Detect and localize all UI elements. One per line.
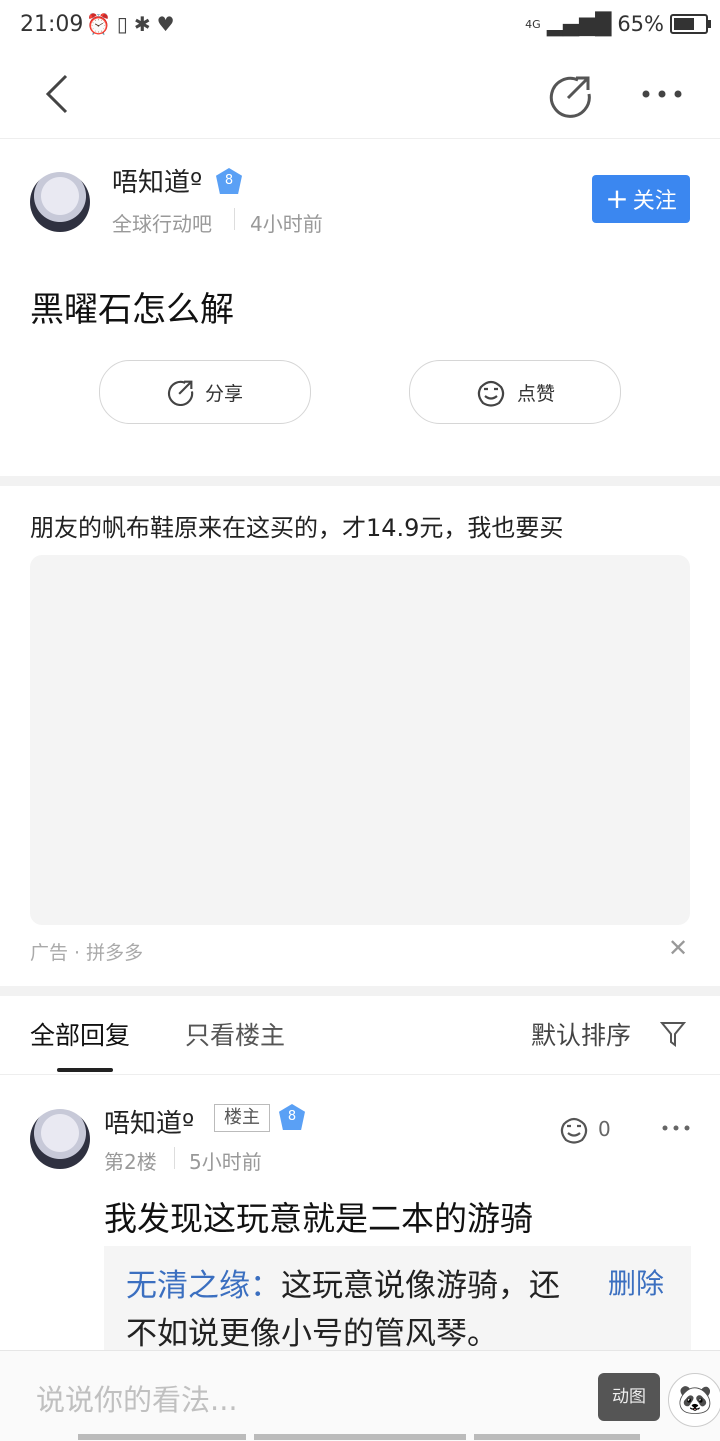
like-face-icon	[560, 1117, 588, 1144]
emoji-icon[interactable]: 🐼	[668, 1373, 720, 1427]
follow-label: 关注	[632, 189, 677, 214]
reply-like-button[interactable]: 0	[558, 1114, 611, 1144]
sub-reply-text: 无清之缘：这玩意说像游骑，还不如说更像小号的管风琴。	[126, 1262, 586, 1358]
comment-input[interactable]: 说说你的看法...	[36, 1377, 238, 1419]
tab-owner-only[interactable]: 只看楼主	[185, 1016, 285, 1052]
more-dots-icon[interactable]	[662, 1120, 690, 1136]
sub-reply[interactable]: 无清之缘：这玩意说像游骑，还不如说更像小号的管风琴。 删除	[104, 1246, 691, 1356]
network-label: 4G	[525, 17, 541, 31]
post-time: 4小时前	[250, 212, 323, 236]
level-badge: 8	[216, 168, 242, 194]
share-label: 分享	[204, 382, 243, 405]
status-right: 4G ▂▄▆█ 65%	[525, 12, 711, 36]
status-bar: 21:09 ⏰▯✱♥ 4G ▂▄▆█ 65%	[0, 0, 720, 52]
meta-divider	[234, 208, 235, 230]
close-icon[interactable]: ✕	[668, 934, 688, 962]
plus-icon: +	[605, 182, 629, 215]
bottom-indicators	[0, 1434, 720, 1440]
post-title: 黑曜石怎么解	[30, 290, 234, 330]
status-icons: ⏰▯✱♥	[86, 12, 181, 36]
battery-fill	[674, 18, 694, 30]
delete-button[interactable]: 删除	[608, 1262, 664, 1302]
battery-icon	[670, 14, 711, 34]
reply-like-count: 0	[598, 1117, 611, 1141]
reply-tabs: 全部回复 只看楼主 默认排序	[0, 996, 720, 1075]
section-divider	[0, 476, 720, 486]
follow-button[interactable]: + 关注	[592, 175, 690, 223]
ad-image[interactable]	[30, 555, 690, 925]
like-face-icon	[477, 380, 505, 407]
meta-divider	[174, 1147, 175, 1169]
battery-percent: 65%	[617, 12, 664, 36]
comment-bar: 说说你的看法... 动图 🐼	[0, 1350, 720, 1441]
chevron-left-icon[interactable]	[40, 72, 80, 116]
reply-content: 我发现这玩意就是二本的游骑	[104, 1199, 533, 1238]
sub-reply-author[interactable]: 无清之缘：	[126, 1268, 281, 1304]
status-time: 21:09	[20, 12, 84, 37]
owner-tag: 楼主	[214, 1104, 270, 1132]
share-icon	[167, 380, 194, 406]
signal-icon: ▂▄▆█	[546, 12, 612, 36]
reply-time: 5小时前	[189, 1150, 262, 1174]
avatar[interactable]	[30, 172, 90, 232]
sort-button[interactable]: 默认排序	[531, 1016, 631, 1052]
section-divider	[0, 986, 720, 996]
tab-indicator	[57, 1068, 113, 1072]
reply-floor: 第2楼	[104, 1150, 157, 1174]
filter-funnel-icon[interactable]	[660, 1020, 686, 1048]
gif-button[interactable]: 动图	[598, 1373, 660, 1421]
reply-level-badge: 8	[279, 1104, 305, 1130]
author-name[interactable]: 唔知道º	[112, 162, 202, 199]
ad-label: 广告 · 拼多多	[30, 942, 144, 964]
forum-name[interactable]: 全球行动吧	[112, 208, 212, 237]
reply-avatar[interactable]	[30, 1109, 90, 1169]
reply-author[interactable]: 唔知道º	[104, 1103, 194, 1140]
more-dots-icon[interactable]	[640, 82, 684, 106]
like-button[interactable]: 点赞	[409, 360, 621, 424]
share-button[interactable]: 分享	[99, 360, 311, 424]
share-arrow-icon[interactable]	[548, 72, 594, 118]
like-label: 点赞	[516, 382, 555, 405]
ad-title[interactable]: 朋友的帆布鞋原来在这买的，才14.9元，我也要买	[30, 508, 563, 543]
top-nav	[0, 52, 720, 139]
tab-all-replies[interactable]: 全部回复	[30, 1016, 130, 1052]
